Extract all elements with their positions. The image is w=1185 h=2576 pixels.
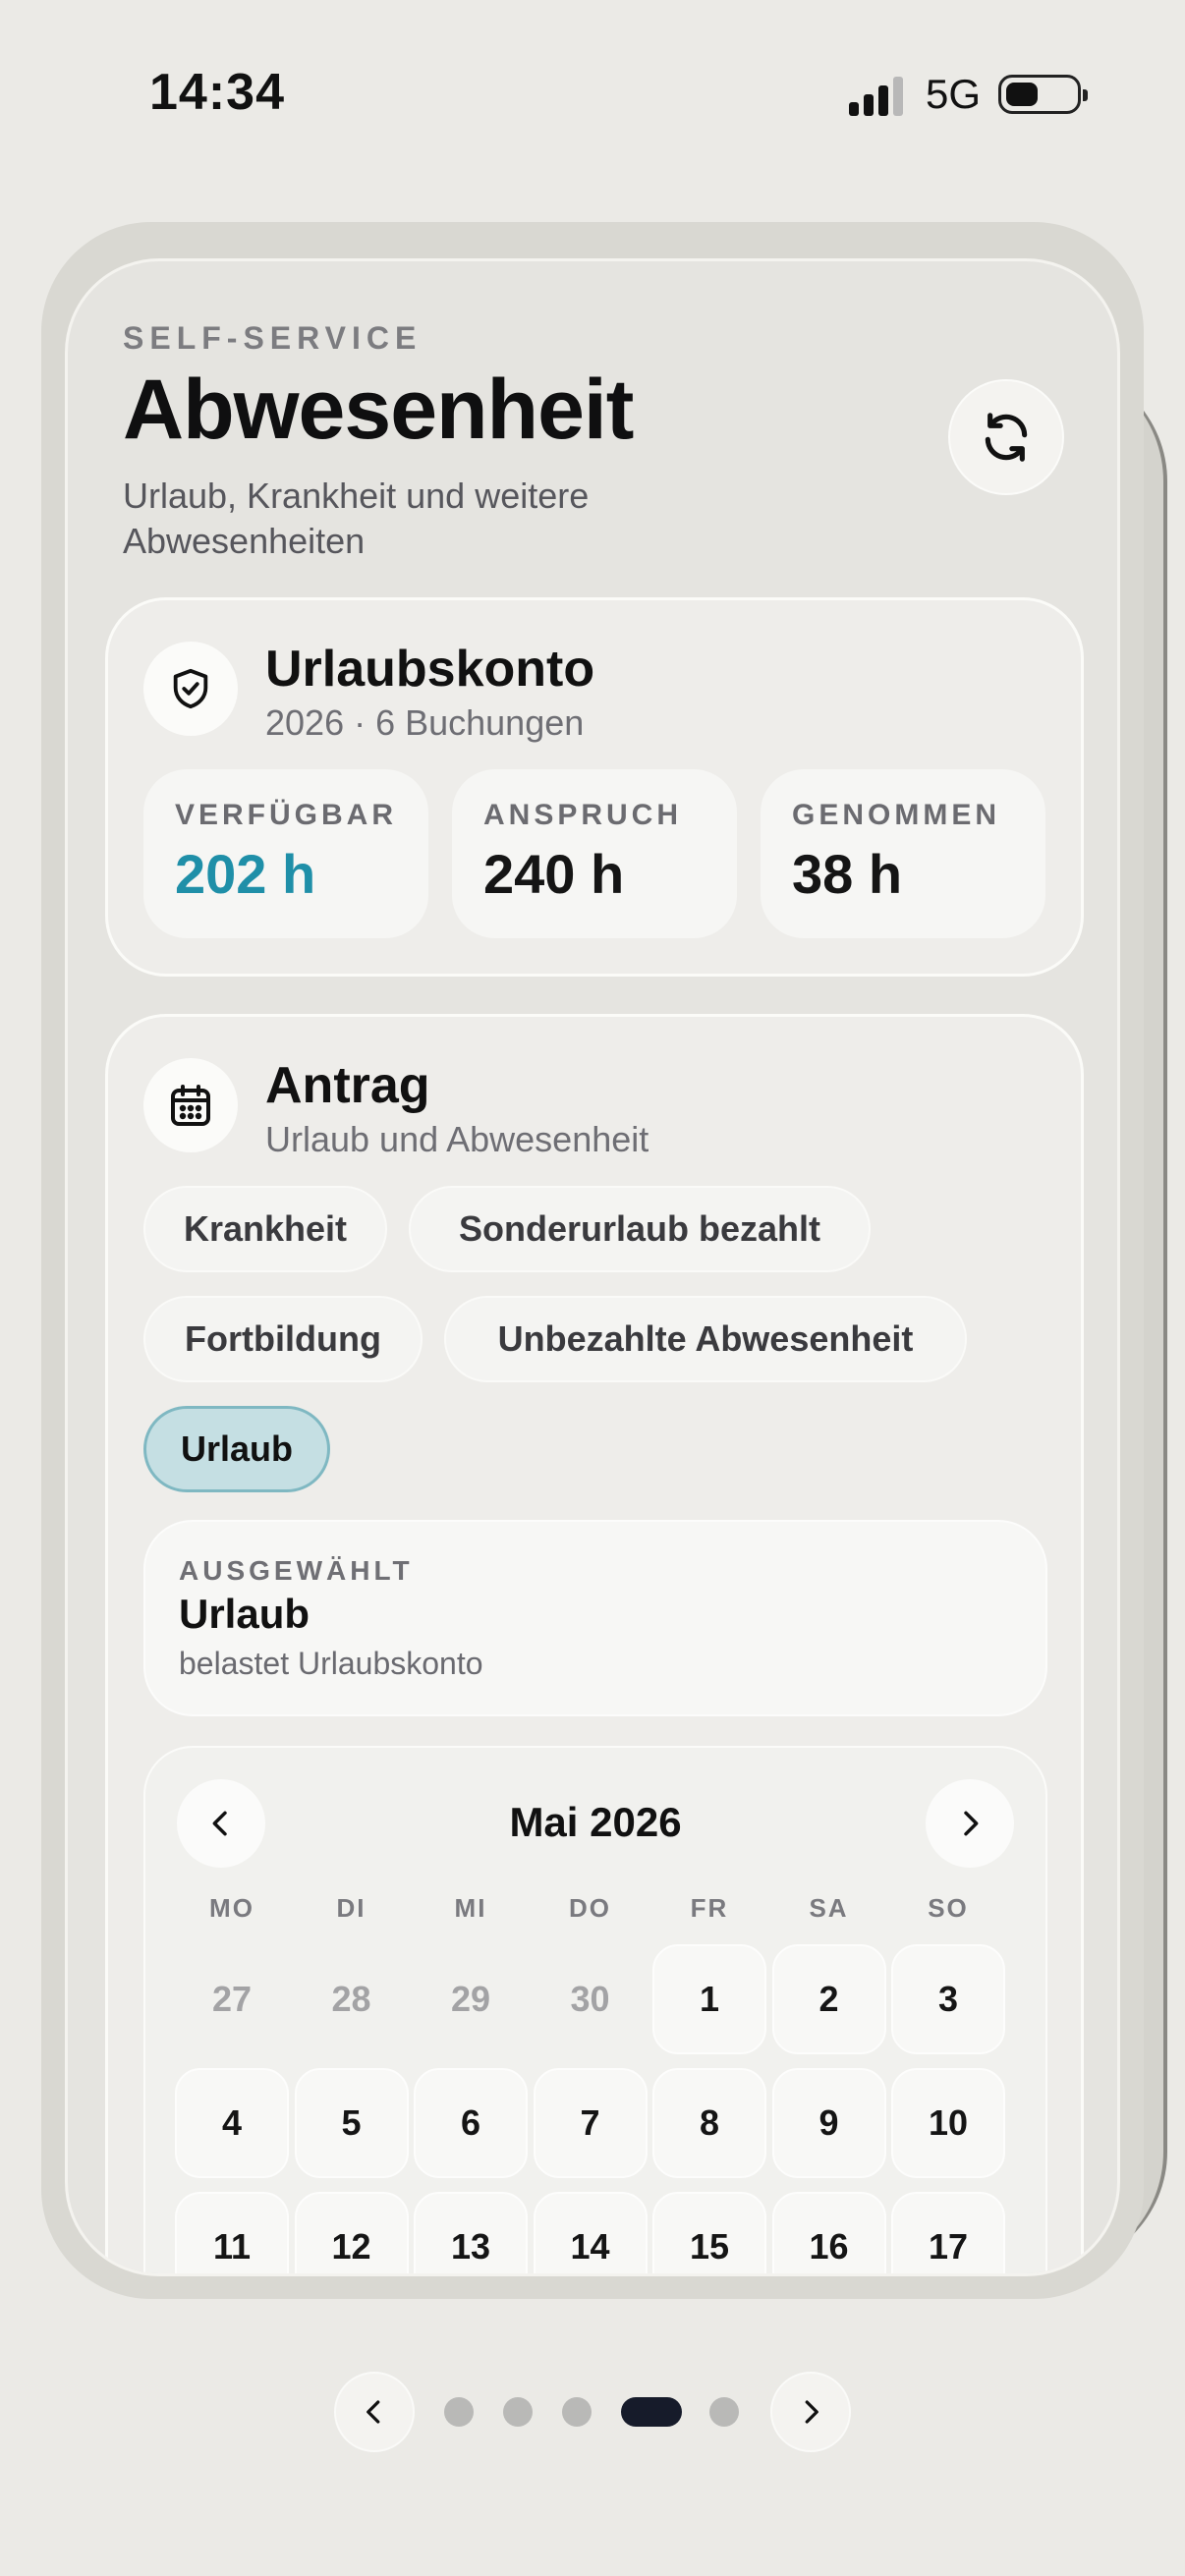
card-subtitle: Urlaub und Abwesenheit — [265, 1119, 649, 1159]
chevron-right-icon — [964, 1811, 979, 1836]
page-dot-active[interactable] — [621, 2397, 682, 2427]
day-cell[interactable]: 12 — [294, 2192, 409, 2273]
card-subtitle: 2026 · 6 Buchungen — [265, 702, 585, 743]
status-bar: 14:34 5G — [0, 0, 1185, 196]
weekday-label: DI — [336, 1893, 367, 1923]
stat-label: GENOMMEN — [792, 799, 1000, 831]
stat-value: 38 h — [792, 843, 903, 905]
page-subtitle: Urlaub, Krankheit und weitere Abwesenhei… — [123, 476, 590, 561]
shield-check-icon — [173, 668, 208, 709]
day-cell[interactable]: 17 — [891, 2192, 1005, 2273]
weekday-label: SO — [928, 1893, 969, 1923]
weekday-label: SA — [809, 1893, 849, 1923]
selected-label: AUSGEWÄHLT — [179, 1555, 414, 1586]
network-label: 5G — [926, 71, 982, 117]
card-icon-wrap — [143, 642, 238, 736]
vacation-account-card: Urlaubskonto 2026 · 6 Buchungen VERFÜGBA… — [105, 597, 1084, 977]
eyebrow-label: SELF-SERVICE — [123, 320, 423, 356]
page-title: Abwesenheit — [123, 363, 634, 457]
page-dot[interactable] — [444, 2397, 474, 2427]
weekday-label: DO — [569, 1893, 611, 1923]
stat-label: VERFÜGBAR — [175, 799, 398, 831]
stat-entitlement: ANSPRUCH 240 h — [452, 769, 737, 938]
day-cell[interactable]: 4 — [175, 2068, 289, 2178]
chevron-left-icon — [367, 2400, 380, 2424]
type-chip-vacation[interactable]: Urlaub — [143, 1406, 330, 1492]
weekday-label: MO — [209, 1893, 254, 1923]
clock: 14:34 — [149, 64, 285, 121]
weekday-label: MI — [454, 1893, 487, 1923]
weekday-label: FR — [690, 1893, 729, 1923]
card-title: Urlaubskonto — [265, 641, 595, 698]
day-cell[interactable]: 10 — [891, 2068, 1005, 2178]
day-cell[interactable]: 3 — [891, 1944, 1005, 2054]
day-cell[interactable]: 11 — [175, 2192, 289, 2273]
next-month-button[interactable] — [926, 1779, 1014, 1868]
selected-type-box: AUSGEWÄHLT Urlaub belastet Urlaubskonto — [143, 1520, 1047, 1716]
day-cell[interactable]: 1 — [652, 1944, 766, 2054]
month-label: Mai 2026 — [509, 1799, 682, 1845]
next-page-button[interactable] — [770, 2372, 851, 2452]
date-picker: Mai 2026 MO DI MI DO FR SA SO 27 28 29 30 1 2 3 4 5 6 7 8… — [143, 1746, 1047, 2273]
day-cell[interactable]: 15 — [652, 2192, 766, 2273]
refresh-icon — [985, 413, 1028, 462]
day-cell[interactable]: 6 — [414, 2068, 528, 2178]
day-cell[interactable]: 16 — [771, 2192, 886, 2273]
day-cell[interactable]: 8 — [652, 2068, 766, 2178]
type-chip-sickness[interactable]: Krankheit — [143, 1186, 387, 1272]
card-title: Antrag — [265, 1057, 430, 1114]
stat-label: ANSPRUCH — [483, 799, 683, 831]
signal-icon — [849, 77, 903, 116]
type-chip-unpaid[interactable]: Unbezahlte Abwesenheit — [444, 1296, 967, 1382]
battery-icon — [998, 75, 1088, 114]
day-cell-other-month: 27 — [211, 1979, 253, 2019]
page-dot[interactable] — [562, 2397, 592, 2427]
day-cell-other-month: 28 — [331, 1979, 371, 2019]
stat-value: 202 h — [175, 843, 316, 905]
page-dot[interactable] — [709, 2397, 739, 2427]
day-cell-other-month: 29 — [450, 1979, 491, 2019]
day-cell-other-month: 30 — [570, 1979, 610, 2019]
stat-available: VERFÜGBAR 202 h — [143, 769, 428, 938]
type-chip-training[interactable]: Fortbildung — [143, 1296, 423, 1382]
chevron-right-icon — [805, 2400, 818, 2424]
stat-value: 240 h — [483, 843, 625, 905]
selected-value: Urlaub — [179, 1591, 310, 1637]
calendar-icon — [171, 1085, 210, 1126]
selected-hint: belastet Urlaubskonto — [179, 1646, 483, 1681]
day-cell[interactable]: 9 — [771, 2068, 886, 2178]
type-chip-special-leave[interactable]: Sonderurlaub bezahlt — [409, 1186, 871, 1272]
page-dot[interactable] — [503, 2397, 533, 2427]
card-icon-wrap — [143, 1058, 238, 1152]
day-cell[interactable]: 5 — [294, 2068, 409, 2178]
day-cell[interactable]: 14 — [533, 2192, 648, 2273]
absence-screen: SELF-SERVICE Abwesenheit Urlaub, Krankhe… — [65, 258, 1120, 2276]
prev-page-button[interactable] — [334, 2372, 415, 2452]
refresh-button[interactable] — [948, 379, 1064, 495]
stat-taken: GENOMMEN 38 h — [761, 769, 1045, 938]
day-cell[interactable]: 2 — [771, 1944, 886, 2054]
day-cell[interactable]: 13 — [414, 2192, 528, 2273]
day-cell[interactable]: 7 — [533, 2068, 648, 2178]
request-card: Antrag Urlaub und Abwesenheit Krankheit … — [105, 1014, 1084, 2273]
